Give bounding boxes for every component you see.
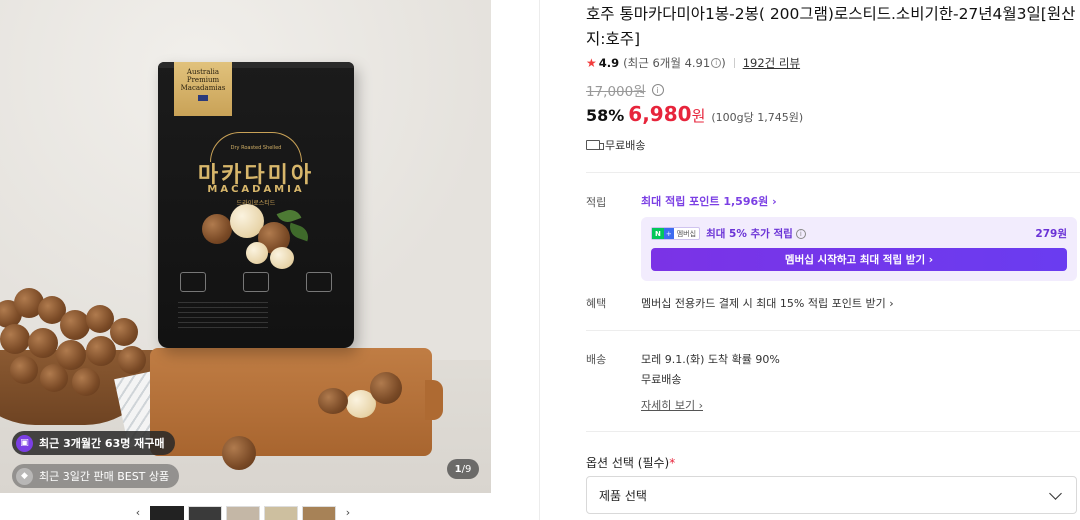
truck-icon	[586, 140, 604, 150]
extra-points-text: 최대 5% 추가 적립	[706, 228, 793, 240]
pouch-icons	[180, 272, 332, 292]
nut	[370, 372, 402, 404]
repurchase-badge: ▣ 최근 3개월간 63명 재구매	[12, 431, 175, 455]
column-divider	[539, 0, 540, 520]
option-label: 옵션 선택 (필수)*	[586, 454, 675, 471]
original-price: 17,000원	[586, 84, 646, 100]
membership-line: N + 멤버십 최대 5% 추가 적립 i 279원	[651, 226, 1067, 241]
flag-icon	[198, 95, 208, 101]
nut	[110, 318, 138, 346]
extra-points-value: 279원	[1035, 228, 1067, 240]
board-handle	[425, 380, 443, 420]
unit-price: (100g당 1,745원)	[711, 111, 804, 124]
required-mark: *	[669, 456, 676, 470]
best-text: 최근 3일간 판매 BEST 상품	[39, 470, 170, 483]
review-count-link[interactable]: 192건 리뷰	[743, 55, 800, 71]
points-label: 적립	[586, 196, 607, 209]
option-select-value: 제품 선택	[599, 488, 647, 503]
section-divider	[586, 172, 1080, 173]
info-icon[interactable]: i	[711, 58, 722, 68]
no-trans-fat-icon	[306, 272, 332, 292]
nplus-n: N	[652, 228, 664, 239]
max-points-link[interactable]: 최대 적립 포인트 1,596원 ›	[641, 193, 777, 209]
tag-line: Australia	[186, 68, 220, 76]
tag-line: Premium	[186, 76, 220, 84]
rating-recent-close: )	[721, 56, 726, 70]
nut	[118, 346, 146, 374]
sale-price: 6,980	[628, 102, 692, 126]
product-pouch: Australia Premium Macadamias Dry Roasted…	[158, 62, 354, 348]
membership-cta-button[interactable]: 멤버십 시작하고 최대 적립 받기 ›	[651, 248, 1067, 271]
membership-box: N + 멤버십 최대 5% 추가 적립 i 279원 멤버십 시작하고 최대 적립 …	[641, 217, 1077, 281]
free-shipping-badge: 무료배송	[586, 137, 645, 153]
nut	[72, 368, 100, 396]
thumbnail[interactable]	[150, 506, 184, 520]
bag-icon: ▣	[16, 434, 33, 452]
pouch-spec-text	[178, 302, 268, 332]
thumb-next-button[interactable]: ›	[340, 506, 356, 520]
free-shipping-text: 무료배송	[605, 139, 646, 152]
info-icon[interactable]: i	[795, 228, 806, 239]
thumbnail[interactable]	[302, 506, 336, 520]
image-pager: 1/9	[447, 459, 479, 479]
benefit-link[interactable]: 멤버십 전용카드 결제 시 최대 15% 적립 포인트 받기 ›	[641, 295, 894, 311]
sale-price-row: 58% 6,980 원 (100g당 1,745원)	[586, 102, 803, 126]
delivery-fee: 무료배송	[641, 373, 682, 386]
pouch-tag: Australia Premium Macadamias	[174, 62, 232, 116]
delivery-details-link[interactable]: 자세히 보기 ›	[641, 397, 703, 413]
benefit-label: 혜택	[586, 297, 607, 310]
fiber-icon	[243, 272, 269, 292]
repurchase-text: 최근 3개월간 63명 재구매	[39, 437, 165, 450]
nplus-text: 멤버십	[676, 229, 697, 238]
package-name-en: MACADAMIA	[207, 184, 305, 195]
chevron-down-icon	[1049, 486, 1062, 500]
thumbnail-strip: ‹ ›	[130, 506, 356, 520]
option-select[interactable]: 제품 선택	[586, 476, 1077, 514]
trophy-icon: ◆	[16, 467, 33, 485]
nplus-plus: +	[663, 228, 674, 239]
nut	[0, 324, 30, 354]
nut	[202, 214, 232, 244]
nut	[86, 336, 116, 366]
thumbnail[interactable]	[264, 506, 298, 520]
price-info-icon[interactable]: i	[651, 84, 664, 96]
tag-line: Macadamias	[180, 84, 226, 92]
nut-shelled	[246, 242, 268, 264]
crest-text: Dry Roasted Shelled	[230, 145, 282, 151]
nutrition-icon	[180, 272, 206, 292]
best-badge: ◆ 최근 3일간 판매 BEST 상품	[12, 464, 180, 488]
pager-current: 1	[454, 463, 462, 475]
nut	[28, 328, 58, 358]
discount-rate: 58%	[586, 106, 625, 125]
nut	[10, 356, 38, 384]
thumb-prev-button[interactable]: ‹	[130, 506, 146, 520]
delivery-label: 배송	[586, 353, 607, 366]
section-divider	[586, 330, 1080, 331]
delivery-eta: 모레 9.1.(화) 도착 확률 90%	[641, 353, 780, 366]
pager-total: /9	[461, 463, 472, 475]
thumbnail[interactable]	[188, 506, 222, 520]
section-divider	[586, 431, 1080, 432]
product-title: 호주 통마카다미아1봉-2봉( 200그램)로스티드.소비기한-27년4월3일[…	[586, 5, 1076, 48]
option-label-text: 옵션 선택 (필수)	[586, 456, 670, 470]
nut	[318, 388, 348, 414]
product-image[interactable]: Australia Premium Macadamias Dry Roasted…	[0, 0, 491, 493]
rating-recent: (최근 6개월 4.91	[623, 56, 711, 70]
nut-shelled	[270, 247, 294, 269]
rating-score: 4.9	[598, 56, 620, 70]
divider	[733, 58, 735, 68]
rating-row: ★ 4.9 (최근 6개월 4.91 i ) 192건 리뷰	[586, 55, 800, 71]
naver-plus-icon: N + 멤버십	[651, 227, 701, 240]
price-currency: 원	[691, 107, 706, 125]
original-price-row: 17,000원 i	[586, 80, 664, 100]
thumbnail[interactable]	[226, 506, 260, 520]
nut	[40, 364, 68, 392]
star-icon: ★	[586, 56, 597, 70]
leaf	[286, 222, 312, 242]
nut	[222, 436, 256, 470]
